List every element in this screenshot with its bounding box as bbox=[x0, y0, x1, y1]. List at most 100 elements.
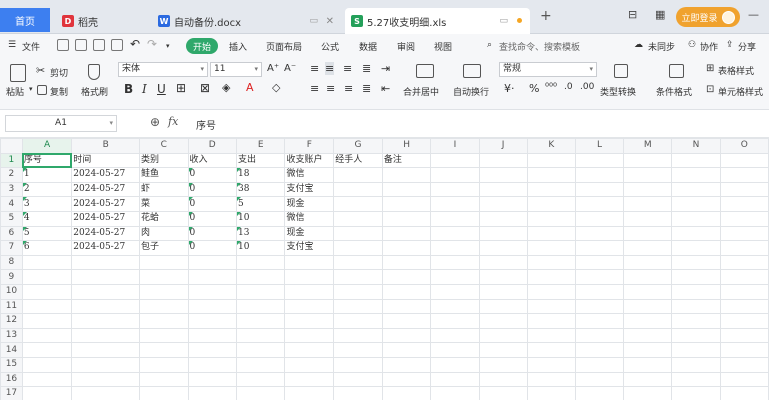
table-cell[interactable] bbox=[719, 283, 769, 300]
table-cell[interactable] bbox=[574, 181, 625, 198]
table-cell[interactable] bbox=[623, 152, 673, 169]
cell-F6[interactable]: 现金 bbox=[284, 225, 335, 242]
table-cell[interactable] bbox=[139, 371, 189, 388]
cell-D5[interactable]: 0 bbox=[187, 210, 237, 227]
table-cell[interactable] bbox=[478, 371, 528, 388]
table-cell[interactable] bbox=[71, 283, 141, 300]
cell-E1[interactable]: 支出 bbox=[235, 152, 286, 169]
table-cell[interactable] bbox=[235, 386, 286, 400]
table-cell[interactable] bbox=[139, 386, 189, 400]
share-button[interactable]: 分享 bbox=[738, 40, 756, 53]
table-cell[interactable] bbox=[526, 254, 576, 271]
table-cell[interactable] bbox=[671, 356, 721, 373]
table-cell[interactable] bbox=[21, 298, 73, 315]
table-cell[interactable] bbox=[574, 254, 625, 271]
table-cell[interactable] bbox=[526, 181, 576, 198]
table-cell[interactable] bbox=[71, 313, 141, 329]
column-header-O[interactable]: O bbox=[719, 138, 769, 154]
table-cell[interactable] bbox=[430, 327, 480, 344]
table-cell[interactable] bbox=[671, 167, 721, 183]
table-cell[interactable] bbox=[381, 327, 432, 344]
table-cell[interactable] bbox=[139, 342, 189, 358]
table-cell[interactable] bbox=[671, 371, 721, 388]
italic-icon[interactable]: I bbox=[142, 82, 147, 96]
table-cell[interactable] bbox=[719, 386, 769, 400]
table-cell[interactable] bbox=[671, 181, 721, 198]
table-cell[interactable] bbox=[187, 283, 237, 300]
column-header-K[interactable]: K bbox=[526, 138, 576, 154]
zoom-search-icon[interactable]: ⊕ bbox=[150, 115, 160, 129]
thousands-icon[interactable]: ⁰⁰⁰ bbox=[545, 82, 557, 93]
cell-F3[interactable]: 支付宝 bbox=[284, 181, 335, 198]
table-cell[interactable] bbox=[381, 196, 432, 212]
export-pdf-icon[interactable] bbox=[75, 39, 87, 51]
cell-E7[interactable]: 10 bbox=[235, 240, 286, 256]
table-cell[interactable] bbox=[381, 167, 432, 183]
cell-E2[interactable]: 18 bbox=[235, 167, 286, 183]
table-cell[interactable] bbox=[430, 254, 480, 271]
table-cell[interactable] bbox=[719, 356, 769, 373]
row-header[interactable]: 15 bbox=[0, 356, 23, 373]
number-format-select[interactable]: 常规 ▾ bbox=[499, 62, 597, 77]
table-cell[interactable] bbox=[478, 298, 528, 315]
table-cell[interactable] bbox=[526, 283, 576, 300]
table-cell[interactable] bbox=[719, 269, 769, 285]
cell-F7[interactable]: 支付宝 bbox=[284, 240, 335, 256]
table-cell[interactable] bbox=[671, 313, 721, 329]
fill-color-icon[interactable]: ◈ bbox=[222, 81, 230, 94]
table-cell[interactable] bbox=[719, 167, 769, 183]
font-color-icon[interactable]: A bbox=[246, 81, 254, 94]
table-cell[interactable] bbox=[381, 181, 432, 198]
cell-A5[interactable]: 4 bbox=[21, 210, 73, 227]
tab-docer[interactable]: D 稻壳 bbox=[56, 8, 148, 34]
table-cell[interactable] bbox=[333, 269, 383, 285]
table-cell[interactable] bbox=[430, 283, 480, 300]
table-cell[interactable] bbox=[574, 386, 625, 400]
wrap-text-button[interactable]: 自动换行 bbox=[453, 85, 489, 98]
row-header[interactable]: 11 bbox=[0, 298, 23, 315]
close-tab-icon[interactable]: ✕ bbox=[326, 16, 334, 27]
table-cell[interactable] bbox=[187, 313, 237, 329]
table-cell[interactable] bbox=[71, 327, 141, 344]
decrease-decimal-icon[interactable]: .00 bbox=[580, 82, 594, 92]
table-cell[interactable] bbox=[187, 356, 237, 373]
table-cell[interactable] bbox=[671, 327, 721, 344]
table-cell[interactable] bbox=[430, 225, 480, 242]
cell-C6[interactable]: 肉 bbox=[139, 225, 189, 242]
align-right-icon[interactable]: ≡ bbox=[344, 82, 353, 95]
table-cell[interactable] bbox=[139, 313, 189, 329]
cell-C1[interactable]: 类别 bbox=[139, 152, 189, 169]
table-cell[interactable] bbox=[187, 298, 237, 315]
table-cell[interactable] bbox=[478, 196, 528, 212]
row-header[interactable]: 17 bbox=[0, 386, 23, 400]
menu-insert[interactable]: 插入 bbox=[229, 40, 247, 53]
table-cell[interactable] bbox=[478, 283, 528, 300]
table-cell[interactable] bbox=[333, 196, 383, 212]
table-cell[interactable] bbox=[333, 240, 383, 256]
outdent-icon[interactable]: ⇤ bbox=[381, 82, 390, 95]
table-cell[interactable] bbox=[623, 356, 673, 373]
align-center-icon[interactable]: ≡ bbox=[326, 82, 335, 95]
cell-D1[interactable]: 收入 bbox=[187, 152, 237, 169]
table-cell[interactable] bbox=[671, 342, 721, 358]
cell-D2[interactable]: 0 bbox=[187, 167, 237, 183]
table-cell[interactable] bbox=[381, 342, 432, 358]
increase-font-icon[interactable]: A⁺ bbox=[267, 63, 279, 74]
format-painter-button[interactable]: 格式刷 bbox=[81, 85, 108, 98]
table-cell[interactable] bbox=[526, 342, 576, 358]
table-cell[interactable] bbox=[623, 371, 673, 388]
table-cell[interactable] bbox=[187, 327, 237, 344]
table-cell[interactable] bbox=[478, 210, 528, 227]
login-button[interactable]: 立即登录 bbox=[676, 7, 740, 27]
row-header[interactable]: 7 bbox=[0, 240, 23, 256]
table-cell[interactable] bbox=[381, 269, 432, 285]
conditional-format-button[interactable]: 条件格式 bbox=[656, 85, 692, 98]
table-cell[interactable] bbox=[526, 386, 576, 400]
table-cell[interactable] bbox=[430, 298, 480, 315]
indent-icon[interactable]: ⇥ bbox=[381, 62, 390, 75]
cell-D3[interactable]: 0 bbox=[187, 181, 237, 198]
table-cell[interactable] bbox=[284, 356, 335, 373]
table-cell[interactable] bbox=[71, 342, 141, 358]
table-cell[interactable] bbox=[574, 298, 625, 315]
currency-icon[interactable]: ¥· bbox=[504, 82, 515, 95]
